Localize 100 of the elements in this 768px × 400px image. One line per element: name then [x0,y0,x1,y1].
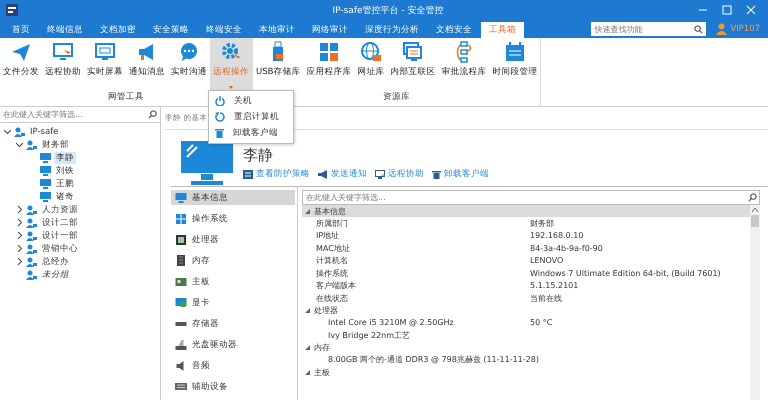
expand-caret-icon[interactable] [16,258,23,265]
section-row[interactable]: 处理器 [302,304,750,316]
category-item[interactable]: 操作系统 [171,211,295,226]
tree-item[interactable]: 人力资源 [40,204,80,216]
gear-icon [220,41,242,63]
ribbon-button[interactable]: 审批流程库 [438,38,490,91]
tree-item[interactable]: 诸奇 [54,190,76,202]
user-group-icon [26,230,37,240]
menu-item[interactable]: 关机 [209,93,293,109]
computer-name: 李静 [243,146,274,165]
property-name: IP地址 [316,230,340,242]
app-grid-icon [318,41,340,63]
property-value: 5.1.15.2101 [530,281,578,290]
computer-icon [40,192,51,202]
chat-bubble-icon [178,41,200,63]
category-item[interactable]: 光盘驱动器 [171,337,295,352]
scroll-up-icon[interactable] [752,208,758,212]
action-link[interactable]: 远程协助 [375,168,424,180]
disc-drive-icon [175,340,187,350]
section-row[interactable]: 主板 [302,366,750,378]
ribbon-button[interactable]: 通知消息 [126,38,168,91]
category-item[interactable]: 处理器 [171,232,295,247]
close-icon[interactable] [746,5,756,15]
tree-item[interactable]: 设计二部 [40,216,80,228]
user-icon [716,23,728,35]
category-item[interactable]: 显卡 [171,295,295,310]
menu-tab[interactable]: 深度行为分析 [357,22,427,38]
property-name: 在线状态 [316,292,349,304]
calendar-icon [504,41,526,63]
circuit-board-icon [175,278,187,286]
ribbon-button[interactable]: 文件分发 [0,38,42,91]
ribbon-button[interactable]: 应用程序库 [303,38,354,91]
ribbon-button[interactable]: 时间段管理 [489,38,540,91]
user-group-icon [26,244,37,254]
ribbon-button[interactable]: 内部互联区 [387,38,438,91]
expand-caret-icon[interactable] [4,128,11,135]
tree-item[interactable]: 刘铁 [54,164,76,176]
document-icon [243,170,253,178]
tree-item[interactable]: 未分组 [40,268,71,280]
menu-tab[interactable]: 网络审计 [304,22,356,38]
scrollbar-thumb[interactable] [751,215,759,227]
property-name: 所属部门 [316,218,349,229]
tree-item[interactable]: 营销中心 [40,242,80,254]
category-item[interactable]: 内存 [171,253,295,268]
property-name: Intel Core i5 3210M @ 2.50GHz [328,318,455,328]
search-icon [148,110,157,119]
detail-filter-field[interactable]: 在此键入关键字筛选... [302,190,760,205]
action-link[interactable]: 卸载客户端 [432,168,489,180]
menu-tab[interactable]: 本地审计 [251,22,303,38]
menu-tab[interactable]: 工具箱 [481,22,524,38]
category-item[interactable]: 存储器 [171,316,295,331]
paper-plane-icon [10,41,32,63]
section-row[interactable]: 内存 [302,342,750,354]
menu-tab[interactable]: 首页 [4,22,38,38]
menu-tab[interactable]: 文档加密 [92,22,144,38]
monitor-icon [94,41,116,63]
windows-logo-icon [175,214,187,224]
tree-item[interactable]: 财务部 [40,138,71,150]
computer-icon [40,178,51,188]
restart-icon [215,112,225,122]
expand-caret-icon[interactable] [16,206,23,213]
ribbon-button[interactable]: 远程协助 [42,38,84,91]
tree-item[interactable]: 总经办 [40,256,71,268]
category-item[interactable]: 主板 [171,274,295,289]
tree-item[interactable]: 王鹏 [54,178,76,190]
action-link[interactable]: 查看防护策略 [243,168,310,180]
monitor-cursor-icon [52,41,74,63]
maximize-icon[interactable] [722,5,732,15]
category-item[interactable]: 基本信息 [171,190,295,205]
property-name: 计算机名 [316,255,349,266]
menu-tab[interactable]: 终端安全 [198,22,250,38]
property-name: Ivy Bridge 22nm工艺 [328,330,412,341]
monitor-icon [175,192,187,202]
expand-caret-icon[interactable] [16,141,23,148]
menu-item[interactable]: 重启计算机 [209,109,293,125]
tree-item[interactable]: 设计一部 [40,230,80,242]
menu-tab[interactable]: 安全策略 [145,22,197,38]
ribbon-group-label: 网管工具 [108,91,144,104]
property-value: 当前在线 [530,292,562,304]
monitor-icon [175,298,187,308]
action-link[interactable]: 发送通知 [318,168,367,180]
expand-caret-icon[interactable] [16,219,23,226]
section-row[interactable]: 基本信息 [302,205,750,217]
quick-search-field[interactable]: 快速查找功能 [591,22,706,36]
scrollbar[interactable] [750,205,760,400]
search-icon [694,24,704,34]
window-title: IP-safe管控平台 - 安全管控 [331,4,444,16]
property-value: 84-3a-4b-9a-f0-90 [530,244,603,253]
ribbon-button[interactable]: 实时屏幕 [84,38,126,91]
expand-caret-icon[interactable] [16,245,23,252]
ribbon-button[interactable]: 实时沟通 [168,38,210,91]
tree-item[interactable]: IP-safe [28,126,60,136]
tree-item[interactable]: 李静 [54,152,76,164]
expand-caret-icon[interactable] [16,232,23,239]
category-item[interactable]: 辅助设备 [171,379,295,394]
menu-tab[interactable]: 终端信息 [39,22,91,38]
menu-tab[interactable]: 文档安全 [428,22,480,38]
ribbon-button[interactable]: 网址库 [354,38,388,91]
category-item[interactable]: 音频 [171,358,295,373]
menu-item[interactable]: 卸载客户端 [209,125,293,141]
